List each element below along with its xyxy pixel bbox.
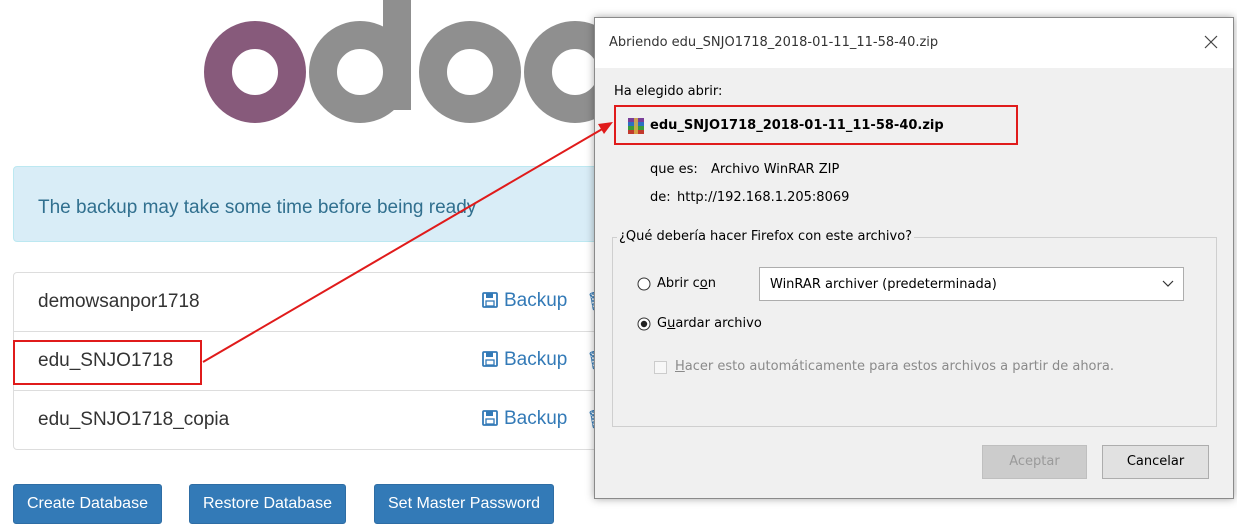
create-database-button[interactable]: Create Database [13, 484, 162, 524]
from-label: de: [650, 190, 671, 205]
winrar-icon [628, 118, 644, 134]
dialog-title-bar: Abriendo edu_SNJO1718_2018-01-11_11-58-4… [595, 18, 1233, 68]
chosen-label: Ha elegido abrir: [614, 84, 723, 99]
dialog-title: Abriendo edu_SNJO1718_2018-01-11_11-58-4… [609, 35, 939, 50]
backup-button[interactable]: Backup [482, 349, 567, 371]
annotation-highlight-database [13, 340, 202, 385]
save-file-radio[interactable] [637, 317, 651, 331]
chevron-down-icon [1162, 280, 1174, 287]
action-groupbox [612, 237, 1217, 427]
backup-label: Backup [504, 290, 568, 311]
database-row: edu_SNJO1718_copia Backup 🗑 [13, 390, 613, 450]
save-icon [482, 292, 498, 308]
auto-action-label: Hacer esto automáticamente para estos ar… [675, 359, 1114, 374]
database-name: edu_SNJO1718_copia [38, 409, 230, 430]
alert-text: The backup may take some time before bei… [38, 197, 477, 218]
open-with-select[interactable]: WinRAR archiver (predeterminada) [759, 267, 1184, 301]
accept-button[interactable]: Aceptar [982, 445, 1087, 479]
backup-label: Backup [504, 408, 568, 429]
save-file-label: Guardar archivo [657, 316, 762, 331]
close-icon[interactable] [1199, 30, 1223, 54]
type-value: Archivo WinRAR ZIP [711, 162, 840, 177]
auto-action-checkbox[interactable] [654, 361, 667, 374]
restore-database-button[interactable]: Restore Database [189, 484, 346, 524]
open-with-value: WinRAR archiver (predeterminada) [770, 277, 997, 292]
annotation-highlight-file: edu_SNJO1718_2018-01-11_11-58-40.zip [614, 105, 1018, 145]
open-with-radio[interactable] [637, 277, 651, 291]
backup-button[interactable]: Backup [482, 408, 567, 430]
firefox-download-dialog: Abriendo edu_SNJO1718_2018-01-11_11-58-4… [594, 17, 1234, 499]
from-value: http://192.168.1.205:8069 [677, 190, 850, 205]
database-name: demowsanpor1718 [38, 291, 200, 312]
set-master-password-button[interactable]: Set Master Password [374, 484, 555, 524]
type-label: que es: [650, 162, 698, 177]
file-name: edu_SNJO1718_2018-01-11_11-58-40.zip [650, 118, 944, 133]
open-with-label: Abrir con [657, 276, 716, 291]
odoo-logo [204, 0, 600, 123]
backup-info-alert: The backup may take some time before bei… [13, 166, 613, 242]
backup-button[interactable]: Backup [482, 290, 567, 312]
backup-label: Backup [504, 349, 568, 370]
save-icon [482, 351, 498, 367]
cancel-button[interactable]: Cancelar [1102, 445, 1209, 479]
action-question: ¿Qué debería hacer Firefox con este arch… [617, 229, 915, 244]
database-row: demowsanpor1718 Backup 🗑 [13, 272, 613, 332]
save-icon [482, 410, 498, 426]
